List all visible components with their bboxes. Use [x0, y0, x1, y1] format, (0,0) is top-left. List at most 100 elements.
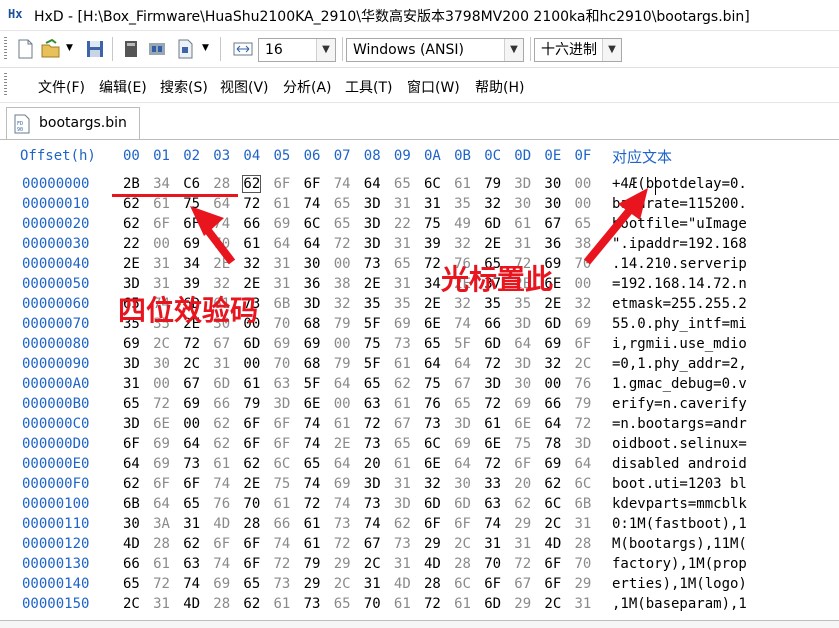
- hex-byte[interactable]: 70: [364, 596, 381, 612]
- hex-byte[interactable]: 32: [424, 476, 441, 492]
- hex-byte[interactable]: 3D: [514, 176, 531, 192]
- hex-byte[interactable]: 2C: [153, 336, 170, 352]
- hex-byte[interactable]: 6B: [274, 296, 291, 312]
- hex-byte[interactable]: 6E: [484, 436, 501, 452]
- hex-byte[interactable]: 2C: [364, 556, 381, 572]
- menu-tools[interactable]: 工具(T): [345, 77, 392, 97]
- hex-byte[interactable]: 6F: [123, 436, 140, 452]
- hex-byte[interactable]: 63: [484, 496, 501, 512]
- hex-byte[interactable]: 00: [575, 176, 592, 192]
- hex-byte[interactable]: 6F: [153, 476, 170, 492]
- hex-byte[interactable]: 31: [394, 196, 411, 212]
- ram-icon[interactable]: [146, 38, 168, 60]
- row-text[interactable]: etmask=255.255.2: [612, 296, 747, 312]
- hex-byte[interactable]: 31: [484, 536, 501, 552]
- hex-byte[interactable]: 65: [123, 396, 140, 412]
- hex-byte[interactable]: 61: [274, 496, 291, 512]
- chevron-down-icon[interactable]: ▼: [602, 39, 621, 61]
- hex-byte[interactable]: 69: [213, 576, 230, 592]
- hex-byte[interactable]: 31: [394, 276, 411, 292]
- hex-byte[interactable]: 65: [454, 396, 471, 412]
- hex-byte[interactable]: 62: [123, 216, 140, 232]
- hex-byte[interactable]: 72: [575, 416, 592, 432]
- charset-select[interactable]: Windows (ANSI) ▼: [346, 38, 524, 62]
- row-text[interactable]: 55.0.phy_intf=mi: [612, 316, 747, 332]
- hex-byte[interactable]: 6F: [153, 216, 170, 232]
- hex-byte[interactable]: 74: [304, 476, 321, 492]
- hex-byte[interactable]: 6F: [274, 436, 291, 452]
- hex-byte[interactable]: 30: [514, 376, 531, 392]
- hex-byte[interactable]: 66: [484, 316, 501, 332]
- hex-byte[interactable]: 2C: [575, 356, 592, 372]
- menu-window[interactable]: 窗口(W): [407, 77, 460, 97]
- hex-byte[interactable]: 67: [544, 216, 561, 232]
- properties-dropdown-icon[interactable]: ▼: [202, 43, 209, 53]
- hex-byte[interactable]: 31: [394, 556, 411, 572]
- hex-byte[interactable]: 30: [123, 516, 140, 532]
- chevron-down-icon[interactable]: ▼: [504, 39, 523, 61]
- hex-byte[interactable]: 2E: [243, 476, 260, 492]
- hex-byte[interactable]: 6C: [424, 436, 441, 452]
- hex-byte[interactable]: 64: [153, 496, 170, 512]
- hex-byte[interactable]: 3D: [123, 356, 140, 372]
- hex-byte[interactable]: 73: [424, 416, 441, 432]
- save-icon[interactable]: [84, 38, 106, 60]
- hex-byte[interactable]: 64: [364, 176, 381, 192]
- hex-byte[interactable]: 31: [575, 516, 592, 532]
- hex-byte[interactable]: 6C: [304, 216, 321, 232]
- hex-byte[interactable]: 75: [424, 376, 441, 392]
- hex-byte[interactable]: 00: [243, 356, 260, 372]
- hex-byte[interactable]: 3D: [454, 416, 471, 432]
- hex-byte[interactable]: 74: [304, 196, 321, 212]
- hex-byte[interactable]: 31: [514, 236, 531, 252]
- hex-byte[interactable]: 69: [544, 456, 561, 472]
- hex-byte[interactable]: 2E: [364, 276, 381, 292]
- hex-byte[interactable]: 61: [274, 196, 291, 212]
- hex-byte[interactable]: 32: [454, 236, 471, 252]
- hex-byte[interactable]: 64: [424, 356, 441, 372]
- row-text[interactable]: 0:1M(fastboot),1: [612, 516, 747, 532]
- hex-byte[interactable]: 2B: [123, 176, 140, 192]
- hex-byte[interactable]: 73: [183, 456, 200, 472]
- hex-byte[interactable]: 69: [274, 336, 291, 352]
- hex-byte[interactable]: 30: [304, 256, 321, 272]
- hex-byte[interactable]: 65: [575, 216, 592, 232]
- row-text[interactable]: erties),1M(logo): [612, 576, 747, 592]
- hex-byte[interactable]: 3D: [123, 416, 140, 432]
- hex-byte[interactable]: 6D: [484, 336, 501, 352]
- open-dropdown-icon[interactable]: ▼: [66, 43, 73, 53]
- hex-byte[interactable]: 61: [394, 356, 411, 372]
- hex-byte[interactable]: 73: [274, 576, 291, 592]
- hex-byte[interactable]: 3D: [575, 436, 592, 452]
- hex-byte[interactable]: 35: [394, 296, 411, 312]
- hex-byte[interactable]: 30: [544, 176, 561, 192]
- hex-byte[interactable]: 28: [424, 576, 441, 592]
- hex-byte[interactable]: 72: [334, 536, 351, 552]
- hex-byte[interactable]: 67: [454, 376, 471, 392]
- hex-byte[interactable]: 72: [484, 456, 501, 472]
- hex-byte[interactable]: 6F: [243, 416, 260, 432]
- hex-byte[interactable]: 4D: [183, 596, 200, 612]
- hex-byte[interactable]: 6E: [424, 456, 441, 472]
- hex-byte[interactable]: 75: [183, 196, 200, 212]
- hex-byte[interactable]: 34: [183, 256, 200, 272]
- row-text[interactable]: =n.bootargs=andr: [612, 416, 747, 432]
- hex-byte[interactable]: 79: [575, 396, 592, 412]
- hex-byte[interactable]: 29: [304, 576, 321, 592]
- menu-analysis[interactable]: 分析(A): [283, 77, 332, 97]
- hex-byte[interactable]: 69: [454, 436, 471, 452]
- hex-byte[interactable]: 79: [484, 176, 501, 192]
- hex-byte[interactable]: 72: [153, 396, 170, 412]
- hex-byte[interactable]: 69: [183, 396, 200, 412]
- hex-byte[interactable]: 2E: [544, 296, 561, 312]
- hex-byte[interactable]: 6F: [424, 516, 441, 532]
- hex-byte[interactable]: 6F: [274, 416, 291, 432]
- hex-byte[interactable]: 73: [334, 516, 351, 532]
- hex-byte[interactable]: 6F: [183, 476, 200, 492]
- hex-byte[interactable]: 6D: [424, 496, 441, 512]
- hex-byte[interactable]: 00: [575, 196, 592, 212]
- hex-byte[interactable]: 00: [334, 256, 351, 272]
- hex-byte[interactable]: 66: [243, 216, 260, 232]
- hex-byte[interactable]: 62: [213, 416, 230, 432]
- hex-byte[interactable]: 28: [575, 536, 592, 552]
